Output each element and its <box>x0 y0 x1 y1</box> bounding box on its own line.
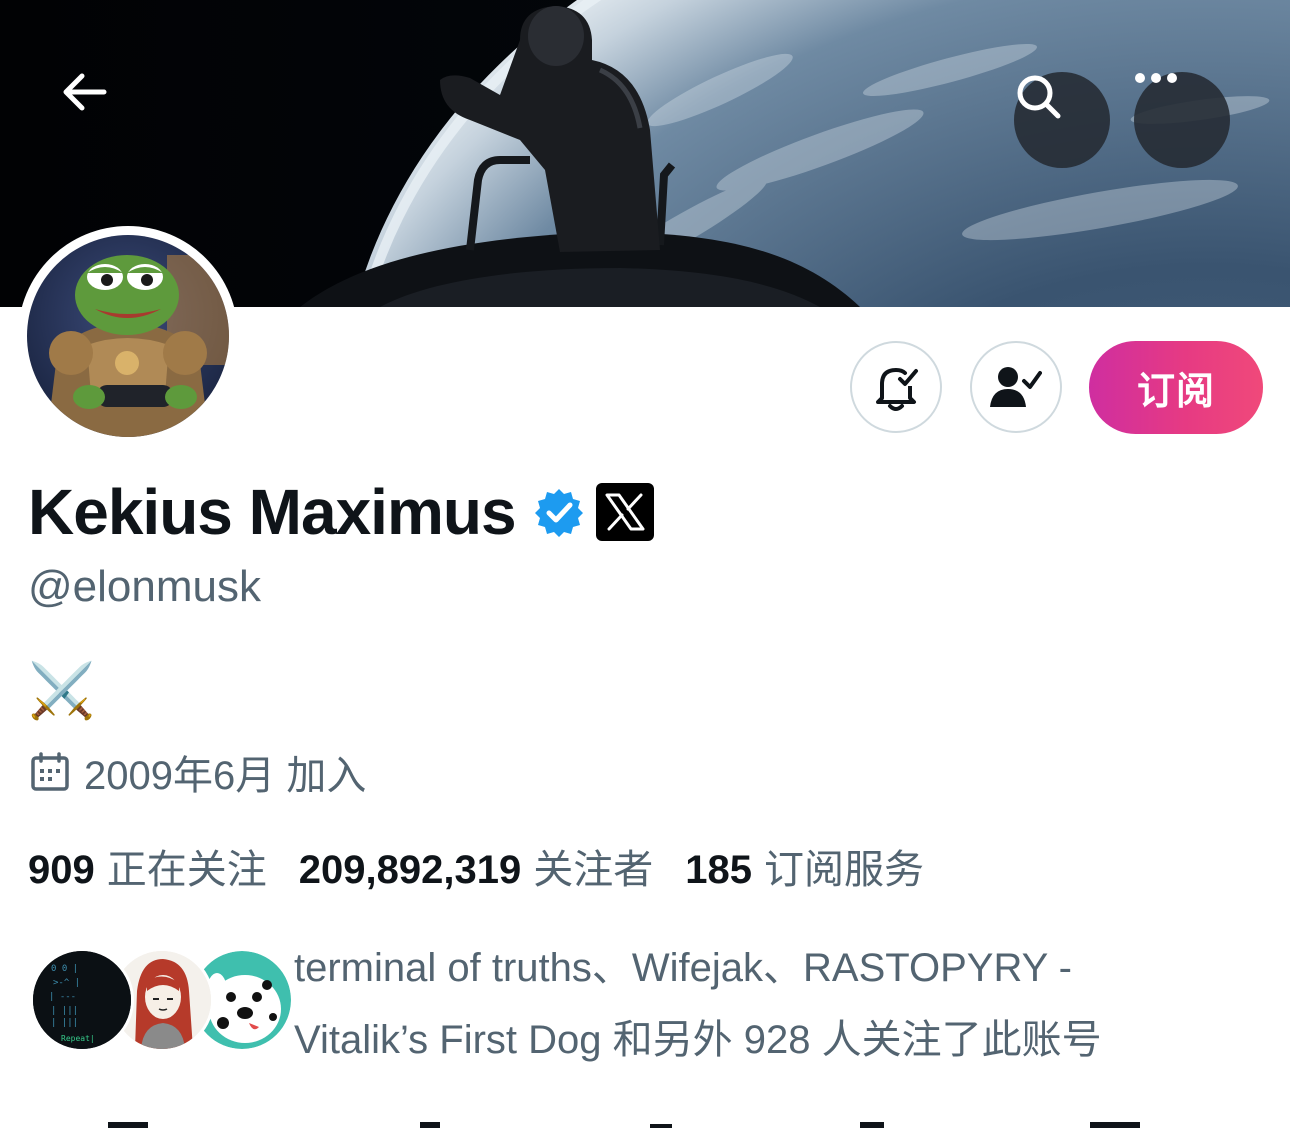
followers-you-know-line-1: terminal of truths、Wifejak、RASTOPYRY - <box>294 946 1073 990</box>
following-count[interactable]: 909 正在关注 <box>28 837 267 895</box>
joined-date: 2009年6月 加入 <box>30 744 366 800</box>
profile-bio: ⚔️ <box>28 661 96 721</box>
arrow-left-icon <box>63 73 107 111</box>
svg-text:| |||: | ||| <box>51 1018 78 1028</box>
stat-label: 订阅服务 <box>763 848 924 892</box>
cutoff-text-shapes <box>108 1122 1140 1128</box>
svg-text:0 0 |: 0 0 | <box>51 964 78 974</box>
person-check-icon <box>990 367 1042 407</box>
subscribe-button[interactable]: 订阅 <box>1089 341 1263 434</box>
svg-text:| ---: | --- <box>49 992 76 1002</box>
stat-number: 209,892,319 <box>298 848 522 892</box>
more-horizontal-icon <box>1135 73 1177 83</box>
joined-text: 2009年6月 加入 <box>84 754 367 798</box>
stat-number: 909 <box>28 848 95 892</box>
more-button[interactable] <box>1134 72 1230 168</box>
followers-you-know-text[interactable]: terminal of truths、Wifejak、RASTOPYRY - V… <box>294 932 1194 1076</box>
notifications-button[interactable] <box>850 341 942 433</box>
affiliation-badge[interactable] <box>595 483 654 541</box>
search-button[interactable] <box>1014 72 1110 168</box>
profile-tabs-cutoff <box>0 1112 1290 1128</box>
subscriptions-count[interactable]: 185 订阅服务 <box>685 837 924 895</box>
stat-label: 正在关注 <box>106 848 267 892</box>
avatar-image <box>27 235 229 437</box>
profile-name-row: Kekius Maximus <box>28 474 654 550</box>
follower-avatar-terminal: 0 0 | >-^ | | --- | ||| | ||| Repeat| <box>30 948 134 1052</box>
x-logo-icon <box>605 493 645 531</box>
stat-number: 185 <box>685 848 752 892</box>
followers-count[interactable]: 209,892,319 关注者 <box>299 837 653 895</box>
followers-you-know-line-2: Vitalik’s First Dog 和另外 928 人关注了此账号 <box>294 1018 1102 1062</box>
bell-check-icon <box>876 367 918 411</box>
user-handle: @elonmusk <box>28 562 261 611</box>
profile-avatar[interactable] <box>18 226 238 446</box>
svg-text:>-^ |: >-^ | <box>53 978 80 988</box>
calendar-icon <box>31 752 69 791</box>
svg-text:| |||: | ||| <box>51 1006 78 1016</box>
stat-label: 关注者 <box>533 848 654 892</box>
terminal-avatar-image: 0 0 | >-^ | | --- | ||| | ||| Repeat| <box>33 951 131 1049</box>
terminal-avatar-label: Repeat| <box>61 1034 95 1043</box>
search-icon <box>1017 75 1061 119</box>
profile-stats: 909 正在关注 209,892,319 关注者 185 订阅服务 <box>28 836 956 896</box>
verified-badge-icon[interactable] <box>534 487 584 537</box>
display-name: Kekius Maximus <box>28 476 517 548</box>
following-button[interactable] <box>970 341 1062 433</box>
followers-you-know-avatars[interactable]: 0 0 | >-^ | | --- | ||| | ||| Repeat| <box>30 948 294 1052</box>
back-button[interactable] <box>60 72 156 168</box>
